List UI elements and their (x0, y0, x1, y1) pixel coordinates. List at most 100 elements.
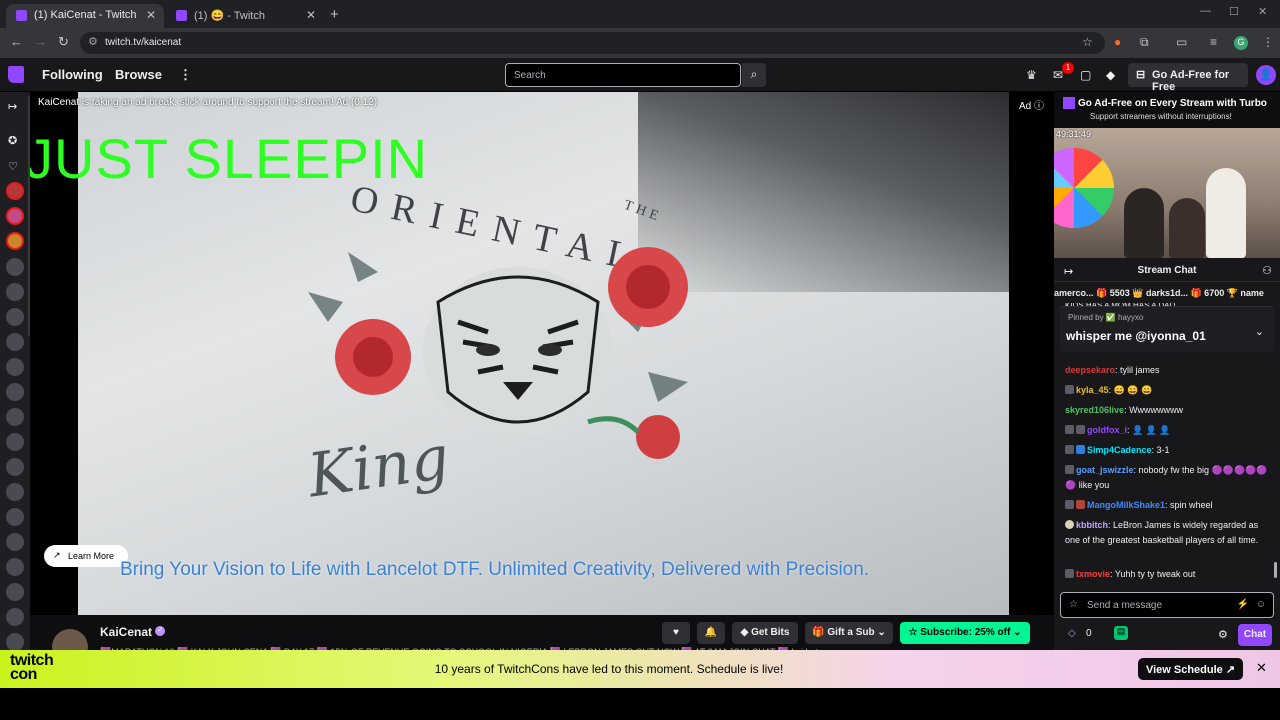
chevron-down-icon: ⌄ (1010, 627, 1022, 638)
channel-avatar[interactable] (6, 182, 24, 200)
prime-crown-icon[interactable]: ♛ (1026, 68, 1037, 82)
browser-tab[interactable]: (1) 😄 - Twitch ✕ (166, 4, 324, 28)
search-button[interactable]: ⌕ (742, 63, 766, 87)
chat-username[interactable]: goat_jswizzle (1076, 465, 1134, 475)
get-bits-button[interactable]: ◆ Get Bits (732, 622, 798, 644)
learn-more-button[interactable]: ↗ Learn More (44, 545, 128, 567)
channel-avatar[interactable] (6, 283, 24, 301)
chevron-down-icon[interactable]: ⌄ (1255, 325, 1264, 338)
minimize-icon[interactable]: — (1200, 5, 1211, 17)
channel-avatar[interactable] (6, 408, 24, 426)
user-avatar[interactable]: 👤 (1256, 65, 1276, 85)
whispers-icon[interactable]: ▢ (1080, 68, 1091, 82)
heart-icon: ♥ (673, 627, 679, 638)
info-icon[interactable]: ⓘ (1034, 101, 1044, 112)
chat-username[interactable]: txmovie (1076, 569, 1110, 579)
channel-avatar[interactable] (6, 232, 24, 250)
browser-tab-active[interactable]: (1) KaiCenat - Twitch ✕ (6, 4, 164, 28)
channel-avatar[interactable] (6, 207, 24, 225)
channel-avatar[interactable] (6, 633, 24, 651)
extensions-puzzle-icon[interactable]: ⧉ (1140, 35, 1149, 50)
back-icon[interactable]: ← (10, 34, 23, 49)
channel-avatar[interactable] (6, 483, 24, 501)
bookmark-star-icon[interactable]: ☆ (1082, 35, 1093, 49)
channel-avatar[interactable] (6, 258, 24, 276)
extension-icon[interactable]: ● (1114, 35, 1121, 49)
pinned-message[interactable]: Pinned by ✅ hayyxo whisper me @iyonna_01… (1060, 306, 1274, 352)
chat-input[interactable]: ☆ Send a message ⚡ ☺ (1060, 592, 1274, 618)
external-link-icon: ↗ (53, 550, 61, 560)
site-info-icon[interactable]: ⚙ (88, 35, 98, 48)
twitch-logo-icon[interactable] (8, 66, 24, 83)
reload-icon[interactable]: ↻ (58, 34, 69, 50)
notifications-bell-button[interactable]: 🔔 (697, 622, 725, 644)
cast-icon[interactable]: ▭ (1176, 35, 1187, 49)
new-tab-button[interactable]: + (330, 6, 339, 23)
chat-username[interactable]: kbbitch (1076, 520, 1108, 530)
profile-avatar[interactable]: G (1234, 36, 1248, 50)
turbo-promo[interactable]: Go Ad-Free on Every Stream with Turbo Su… (1054, 92, 1280, 128)
tab-search-icon[interactable]: ≡ (1210, 35, 1217, 49)
tab-close-icon[interactable]: ✕ (306, 8, 316, 22)
channel-avatar[interactable] (6, 433, 24, 451)
gift-leaderboard[interactable]: amerco... 🎁 5503 👑 darks1d... 🎁 6700 🏆 n… (1054, 288, 1280, 302)
search-input[interactable]: Search (505, 63, 741, 87)
verified-badge-icon: ✓ (155, 626, 165, 636)
maximize-icon[interactable]: ☐ (1229, 5, 1239, 18)
chat-username[interactable]: kyla_45 (1076, 385, 1109, 395)
chat-message: goat_jswizzle: nobody fw the big 🟣🟣🟣🟣🟣🟣 … (1065, 463, 1271, 493)
badge-icon (1065, 520, 1074, 529)
channel-avatar[interactable] (6, 508, 24, 526)
chat-send-button[interactable]: Chat (1238, 624, 1272, 646)
more-menu-icon[interactable]: ⋮ (179, 67, 192, 83)
gift-icon: 🎁 (812, 627, 828, 638)
bits-cheer-icon[interactable]: ⚡ (1237, 599, 1249, 610)
nav-browse[interactable]: Browse (115, 67, 162, 82)
chat-settings-icon[interactable]: ⚙ (1218, 628, 1228, 641)
browser-menu-icon[interactable]: ⋮ (1262, 35, 1274, 49)
expand-sidebar-icon[interactable]: ↦ (8, 100, 17, 113)
chat-username[interactable]: MangoMilkShake1 (1087, 500, 1165, 510)
channel-avatar[interactable] (6, 383, 24, 401)
channel-avatar[interactable] (6, 533, 24, 551)
video-player[interactable]: THE ORIENTAL King KaiCenat is taking an … (30, 92, 1054, 615)
channel-name[interactable]: KaiCenat (100, 625, 152, 639)
chat-identity-icon[interactable]: ☆ (1069, 599, 1078, 610)
tab-title: (1) KaiCenat - Twitch (34, 9, 137, 21)
url-field[interactable]: ⚙ twitch.tv/kaicenat (80, 32, 1105, 54)
chat-username[interactable]: deepsekaro (1065, 365, 1115, 375)
channel-avatar[interactable] (6, 583, 24, 601)
channel-avatar[interactable] (6, 333, 24, 351)
forward-icon[interactable]: → (34, 34, 47, 49)
gift-sub-button[interactable]: 🎁 Gift a Sub ⌄ (805, 622, 893, 644)
twitchcon-banner: twitch con 10 years of TwitchCons have le… (0, 650, 1280, 688)
view-schedule-button[interactable]: View Schedule ↗ (1138, 658, 1243, 680)
channel-info-bar: KaiCenat ✓ 🟪MARATHON 16 🟪 KAI X JOHN CEN… (30, 615, 1054, 665)
chat-username[interactable]: skyred106live (1065, 405, 1124, 415)
prediction-icon[interactable]: ▤ (1114, 626, 1128, 640)
chat-scrollbar[interactable] (1274, 562, 1277, 578)
subscribe-button[interactable]: ☆ Subscribe: 25% off ⌄ (900, 622, 1030, 644)
community-icon[interactable]: ⚇ (1262, 264, 1272, 277)
channel-avatar[interactable] (6, 558, 24, 576)
channel-avatar[interactable] (6, 458, 24, 476)
recommended-icon[interactable]: ✪ (8, 134, 17, 147)
mini-player-preview[interactable]: 49:31:49 (1054, 128, 1280, 258)
channel-avatar[interactable] (6, 358, 24, 376)
channel-points-icon[interactable]: ◇ (1068, 628, 1076, 639)
emote-picker-icon[interactable]: ☺ (1256, 599, 1266, 610)
tab-close-icon[interactable]: ✕ (146, 8, 156, 22)
chat-username[interactable]: Simp4Cadence (1087, 445, 1152, 455)
chat-username[interactable]: goldfox_i (1087, 425, 1127, 435)
channel-avatar[interactable] (6, 608, 24, 626)
channel-avatar[interactable] (6, 308, 24, 326)
learn-more-label: Learn More (68, 551, 115, 561)
badge-icon (1076, 445, 1085, 454)
bits-icon[interactable]: ◆ (1106, 68, 1115, 82)
follow-heart-button[interactable]: ♥ (662, 622, 690, 644)
window-close-icon[interactable]: ✕ (1258, 5, 1267, 18)
nav-following[interactable]: Following (42, 67, 103, 82)
banner-close-icon[interactable]: ✕ (1256, 660, 1267, 676)
heart-icon[interactable]: ♡ (8, 160, 18, 173)
go-ad-free-button[interactable]: ⊟ Go Ad-Free for Free (1128, 63, 1248, 93)
